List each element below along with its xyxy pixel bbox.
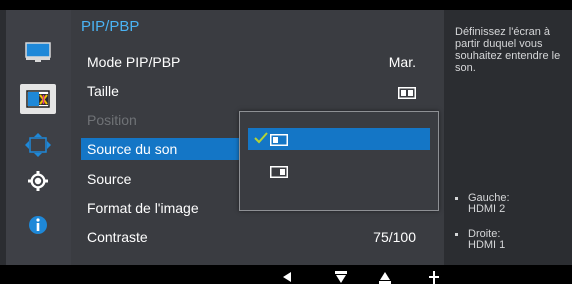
enter-icon	[428, 270, 440, 289]
down-arrow-icon	[334, 270, 348, 289]
bullet-icon	[455, 233, 458, 236]
help-note-value: HDMI 1	[468, 239, 506, 251]
monitor-screen: PIP/PBP Mode PIP/PBP Mar. Taille Positio…	[0, 0, 572, 265]
menu-item-label: Format de l'image	[87, 200, 199, 216]
menu-item-value: Mar.	[388, 54, 416, 70]
sound-source-submenu	[239, 111, 439, 211]
pip-size-icon	[398, 86, 416, 102]
move-icon[interactable]	[20, 130, 56, 160]
monitor-icon[interactable]	[20, 37, 56, 67]
gear-icon[interactable]	[20, 166, 56, 196]
help-note-value: HDMI 2	[468, 203, 506, 215]
main-screen-icon	[270, 133, 288, 151]
category-sidebar	[6, 10, 71, 265]
left-arrow-icon	[281, 270, 293, 289]
menu-item-label: Contraste	[87, 229, 148, 245]
info-icon[interactable]	[20, 210, 56, 240]
bullet-icon	[455, 197, 458, 200]
menu-item-label: Source du son	[87, 141, 178, 157]
up-arrow-icon	[378, 270, 392, 289]
menu-item-contraste[interactable]: Contraste 75/100	[87, 226, 432, 248]
sound-source-option-main[interactable]	[248, 128, 430, 150]
menu-title: PIP/PBP	[81, 18, 140, 35]
help-description: Définissez l'écran à partir duquel vous …	[455, 26, 561, 74]
checkmark-icon	[254, 131, 268, 149]
sub-screen-icon	[270, 165, 288, 183]
menu-item-value: 75/100	[373, 229, 416, 245]
help-panel: Définissez l'écran à partir duquel vous …	[444, 10, 572, 265]
button-guide-bar	[0, 265, 572, 284]
menu-item-label: Source	[87, 171, 132, 187]
pip-pbp-icon[interactable]	[20, 84, 56, 114]
menu-item-label: Taille	[87, 83, 119, 99]
menu-item-mode-pip-pbp[interactable]: Mode PIP/PBP Mar.	[87, 51, 432, 73]
menu-item-label: Position	[87, 112, 137, 128]
sound-source-option-sub[interactable]	[248, 160, 430, 182]
menu-item-label: Mode PIP/PBP	[87, 54, 181, 70]
menu-item-taille[interactable]: Taille	[87, 80, 432, 102]
